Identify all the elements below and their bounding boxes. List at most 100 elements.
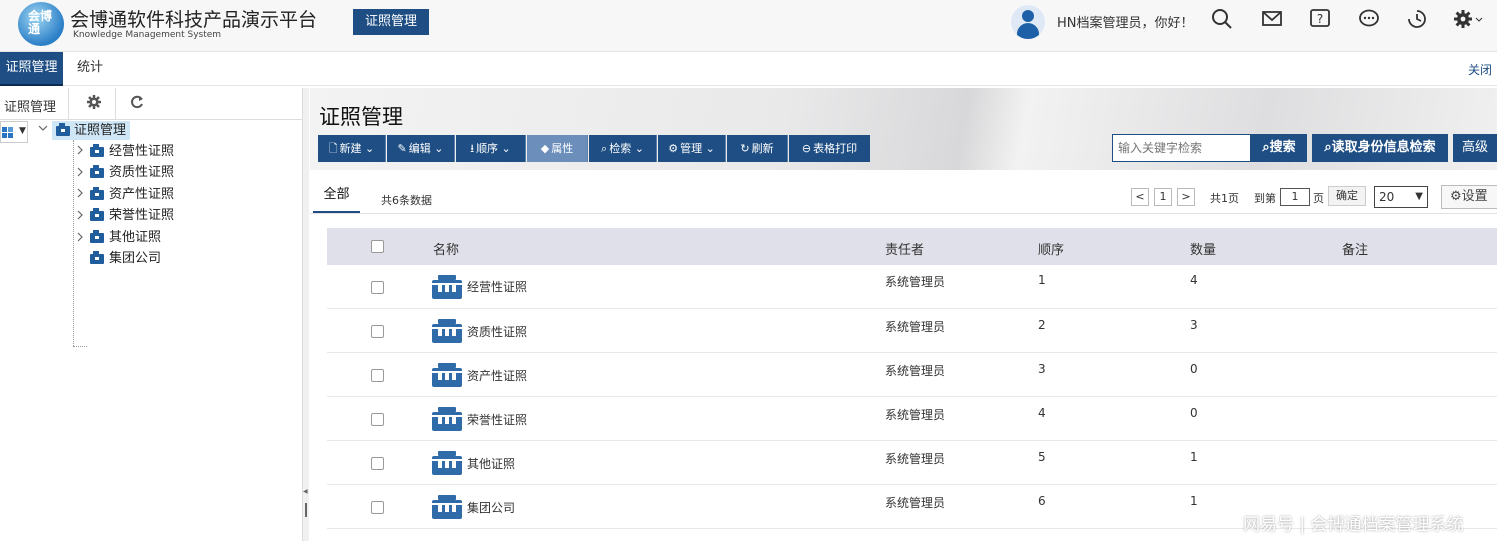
tree-root-node[interactable]: 证照管理 xyxy=(52,121,131,140)
row-checkbox[interactable] xyxy=(371,369,384,382)
avatar[interactable] xyxy=(1011,5,1045,39)
page-suffix: 页 xyxy=(1313,192,1324,205)
row-owner: 系统管理员 xyxy=(885,364,946,378)
close-link[interactable]: 关闭 xyxy=(1468,61,1492,78)
folder-icon xyxy=(56,123,70,136)
row-checkbox[interactable] xyxy=(371,413,384,426)
column-header[interactable]: 责任者 xyxy=(885,239,924,258)
folder-icon xyxy=(90,187,104,200)
prev-page-button[interactable]: < xyxy=(1131,188,1149,206)
chevron-down-icon[interactable] xyxy=(38,123,48,136)
search-input[interactable] xyxy=(1112,134,1251,162)
row-owner: 系统管理员 xyxy=(885,275,946,289)
chevron-right-icon[interactable] xyxy=(76,145,84,158)
table-row[interactable]: 其他证照 系统管理员 5 1 xyxy=(327,441,1497,485)
chevron-right-icon[interactable] xyxy=(76,167,84,180)
tab-bar: 证照管理 统计 关闭 xyxy=(0,52,1497,86)
id-info-search-button[interactable]: ⌕读取身份信息检索 xyxy=(1312,134,1448,162)
folder-icon xyxy=(90,251,104,264)
row-checkbox[interactable] xyxy=(371,457,384,470)
tree-node[interactable]: 经营性证照 xyxy=(90,142,174,162)
current-page[interactable]: 1 xyxy=(1154,188,1172,206)
column-header[interactable]: 名称 xyxy=(433,239,459,258)
main-content: 证照管理 🗋 新建 ⌄ ✎ 编辑 ⌄ ⭳ 顺序 ⌄ ◆ 属性 ⌕ 检索 ⌄ ⚙ 管理 ⌄ ↻… xyxy=(310,88,1497,541)
row-order: 2 xyxy=(1038,318,1046,332)
category-icon xyxy=(432,363,462,387)
tree-node[interactable]: 资质性证照 xyxy=(90,163,174,183)
edit-button[interactable]: ✎ 编辑 ⌄ xyxy=(387,135,455,162)
panel-splitter[interactable]: ◀ xyxy=(303,88,309,541)
row-checkbox[interactable] xyxy=(371,325,384,338)
row-order: 6 xyxy=(1038,494,1046,508)
row-owner: 系统管理员 xyxy=(885,320,946,334)
module-badge[interactable]: 证照管理 xyxy=(353,9,429,35)
chevron-right-icon[interactable] xyxy=(76,188,84,201)
row-name[interactable]: 其他证照 xyxy=(467,455,515,472)
tab-license-management[interactable]: 证照管理 xyxy=(0,52,63,86)
help-icon[interactable]: ? xyxy=(1307,8,1333,34)
subtab-all[interactable]: 全部 xyxy=(313,184,360,213)
row-count: 4 xyxy=(1190,273,1198,287)
left-panel-title: 证照管理 xyxy=(4,100,57,115)
row-order: 1 xyxy=(1038,273,1046,287)
folder-icon xyxy=(90,230,104,243)
gear-icon[interactable] xyxy=(1450,8,1486,34)
table-row[interactable]: 荣誉性证照 系统管理员 4 0 xyxy=(327,397,1497,441)
tree-view-switch[interactable]: ▼ xyxy=(0,121,28,143)
mail-icon[interactable] xyxy=(1259,8,1285,34)
column-header[interactable]: 顺序 xyxy=(1038,239,1064,258)
confirm-button[interactable]: 确定 xyxy=(1328,186,1366,206)
row-order: 4 xyxy=(1038,406,1046,420)
row-name[interactable]: 资质性证照 xyxy=(467,323,527,340)
search-icon[interactable] xyxy=(1209,8,1235,34)
chevron-right-icon[interactable] xyxy=(76,210,84,223)
tab-statistics[interactable]: 统计 xyxy=(66,52,114,86)
row-name[interactable]: 荣誉性证照 xyxy=(467,411,527,428)
logo-text: 会博通 xyxy=(28,9,53,36)
refresh-button[interactable]: ↻ 刷新 xyxy=(727,135,788,162)
svg-text:?: ? xyxy=(1317,12,1323,26)
app-header: 会博通 会博通软件科技产品演示平台 Knowledge Management S… xyxy=(0,0,1497,52)
tree-refresh-icon[interactable] xyxy=(129,94,145,114)
table-print-button[interactable]: ⊖ 表格打印 xyxy=(789,135,870,162)
row-checkbox[interactable] xyxy=(371,501,384,514)
manage-button[interactable]: ⚙ 管理 ⌄ xyxy=(658,135,726,162)
settings-button[interactable]: ⚙设置 xyxy=(1441,185,1497,209)
user-greeting[interactable]: HN档案管理员，你好！ xyxy=(1057,12,1194,31)
row-count: 0 xyxy=(1190,362,1198,376)
folder-icon xyxy=(90,165,104,178)
left-panel-header: 证照管理 xyxy=(0,88,303,120)
new-button[interactable]: 🗋 新建 ⌄ xyxy=(318,135,386,162)
search-button[interactable]: ⌕搜索 xyxy=(1251,134,1307,162)
column-header[interactable]: 备注 xyxy=(1342,239,1368,258)
tree-node[interactable]: 其他证照 xyxy=(90,228,161,248)
select-all-checkbox[interactable] xyxy=(371,240,384,253)
page-size-select[interactable]: 20 ▼ xyxy=(1374,186,1428,208)
retrieve-button[interactable]: ⌕ 检索 ⌄ xyxy=(589,135,657,162)
table-row[interactable]: 资产性证照 系统管理员 3 0 xyxy=(327,353,1497,397)
record-count: 共6条数据 xyxy=(381,194,432,207)
next-page-button[interactable]: > xyxy=(1177,188,1195,206)
tree-node[interactable]: 资产性证照 xyxy=(90,185,174,205)
chat-icon[interactable] xyxy=(1356,8,1382,34)
table-row[interactable]: 资质性证照 系统管理员 2 3 xyxy=(327,309,1497,353)
tree-node[interactable]: 集团公司 xyxy=(90,249,161,269)
advanced-search-button[interactable]: 高级 xyxy=(1453,134,1497,162)
row-name[interactable]: 经营性证照 xyxy=(467,278,527,295)
history-icon[interactable] xyxy=(1404,8,1430,34)
chevron-right-icon[interactable] xyxy=(76,232,84,245)
order-button[interactable]: ⭳ 顺序 ⌄ xyxy=(456,135,526,162)
properties-button[interactable]: ◆ 属性 xyxy=(527,135,588,162)
tree-settings-icon[interactable] xyxy=(86,94,102,114)
column-header[interactable]: 数量 xyxy=(1190,239,1216,258)
row-name[interactable]: 集团公司 xyxy=(467,499,515,516)
row-checkbox[interactable] xyxy=(371,281,384,294)
row-owner: 系统管理员 xyxy=(885,408,946,422)
goto-label: 到第 xyxy=(1254,192,1276,205)
row-name[interactable]: 资产性证照 xyxy=(467,367,527,384)
tree-node[interactable]: 荣誉性证照 xyxy=(90,206,174,226)
goto-page-input[interactable]: 1 xyxy=(1280,188,1310,206)
chevron-down-icon: ▼ xyxy=(1415,191,1423,202)
row-count: 0 xyxy=(1190,406,1198,420)
table-row[interactable]: 经营性证照 系统管理员 1 4 xyxy=(327,265,1497,309)
